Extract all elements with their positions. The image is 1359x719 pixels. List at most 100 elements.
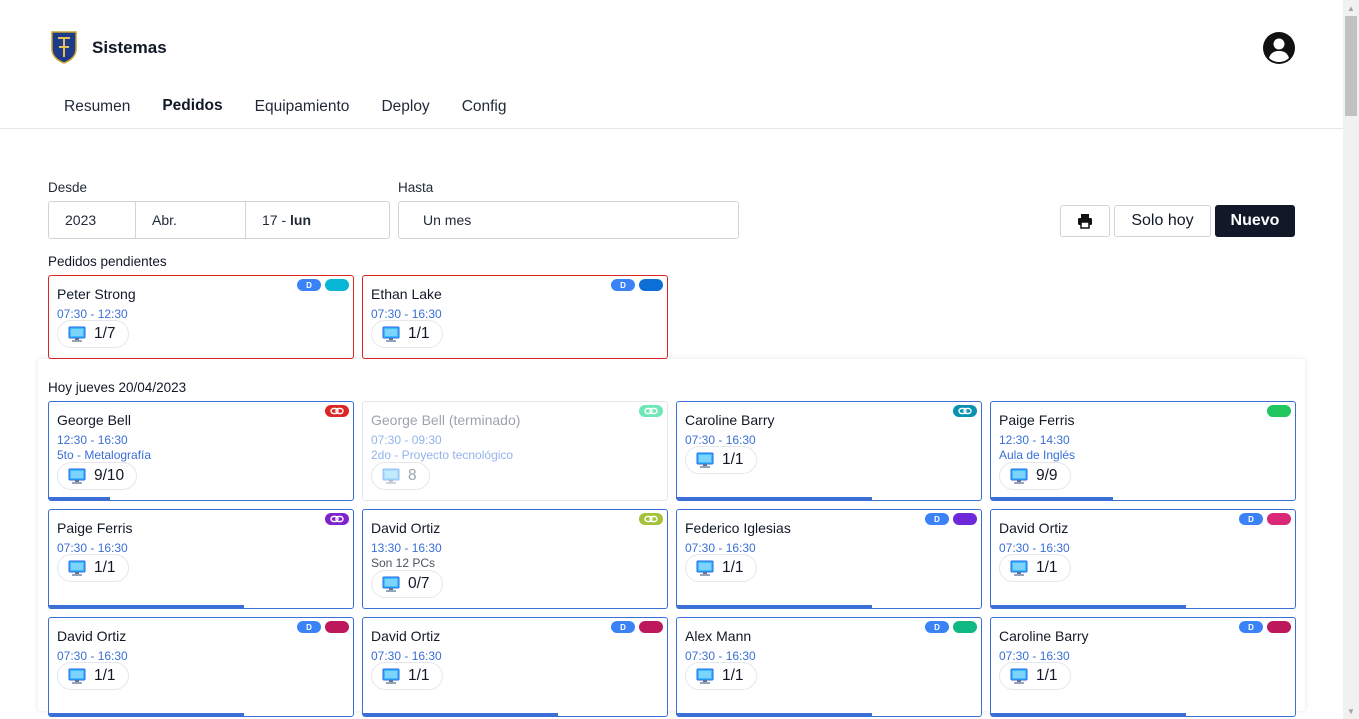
solo-hoy-button[interactable]: Solo hoy — [1114, 205, 1211, 237]
user-account-icon[interactable] — [1262, 31, 1296, 65]
equipment-count: 1/1 — [1036, 667, 1058, 684]
tag-badge — [1267, 513, 1291, 525]
card-requester-name: Peter Strong — [57, 286, 136, 302]
tag-badge — [953, 405, 977, 417]
day-select[interactable]: 17 - lun — [246, 201, 390, 239]
card-requester-name: Paige Ferris — [999, 412, 1075, 428]
equipment-count: 1/1 — [94, 559, 116, 576]
pending-order-card[interactable]: D Ethan Lake 07:30 - 16:30 1/1 — [362, 275, 668, 359]
year-select[interactable]: 2023 — [48, 201, 136, 239]
card-time-range: 07:30 - 16:30 — [371, 307, 442, 321]
equipment-count-pill: 1/1 — [685, 446, 757, 474]
tab-equipamiento[interactable]: Equipamiento — [239, 84, 366, 129]
equipment-count-pill: 1/1 — [57, 662, 129, 690]
order-card[interactable]: D David Ortiz 07:30 - 16:30 1/1 — [362, 617, 668, 717]
card-badges — [325, 513, 349, 525]
card-badges: D — [925, 621, 977, 633]
order-card[interactable]: D Federico Iglesias 07:30 - 16:30 1/1 — [676, 509, 982, 609]
hasta-select[interactable]: Un mes — [398, 201, 739, 239]
computer-icon — [1010, 668, 1028, 684]
card-time-range: 12:30 - 14:30 — [999, 433, 1070, 447]
link-icon — [958, 407, 972, 415]
equipment-count-pill: 1/1 — [999, 554, 1071, 582]
equipment-count-pill: 9/10 — [57, 462, 138, 490]
tag-badge — [325, 279, 349, 291]
order-card[interactable]: D David Ortiz 07:30 - 16:30 1/1 — [990, 509, 1296, 609]
card-requester-name: George Bell (terminado) — [371, 412, 521, 428]
tag-badge — [639, 279, 663, 291]
card-subtitle: Aula de Inglés — [999, 448, 1076, 462]
scroll-down-arrow[interactable]: ▼ — [1343, 703, 1359, 719]
tab-pedidos[interactable]: Pedidos — [146, 84, 239, 129]
deploy-badge: D — [1239, 621, 1263, 633]
equipment-count-pill: 1/1 — [371, 662, 443, 690]
order-card[interactable]: D Caroline Barry 07:30 - 16:30 1/1 — [990, 617, 1296, 717]
deploy-badge: D — [297, 621, 321, 633]
equipment-count-pill: 1/1 — [57, 554, 129, 582]
order-card[interactable]: David Ortiz 13:30 - 16:30 Son 12 PCs 0/7 — [362, 509, 668, 609]
scroll-up-arrow[interactable]: ▲ — [1343, 0, 1359, 16]
equipment-count-pill: 1/1 — [685, 554, 757, 582]
card-requester-name: George Bell — [57, 412, 131, 428]
link-icon — [330, 407, 344, 415]
equipment-count: 1/7 — [94, 325, 116, 342]
card-progress-bar — [677, 713, 872, 716]
deploy-badge: D — [611, 621, 635, 633]
today-section-title: Hoy jueves 20/04/2023 — [48, 380, 187, 395]
header-divider — [0, 128, 1343, 129]
card-badges — [1267, 405, 1291, 417]
equipment-count: 1/1 — [722, 667, 744, 684]
tag-badge — [639, 513, 663, 525]
card-badges — [639, 405, 663, 417]
card-subtitle: 5to - Metalografía — [57, 448, 152, 462]
scrollbar-thumb[interactable] — [1345, 16, 1357, 116]
card-progress-bar — [677, 497, 872, 500]
order-card[interactable]: Paige Ferris 07:30 - 16:30 1/1 — [48, 509, 354, 609]
card-badges: D — [611, 621, 663, 633]
computer-icon — [382, 668, 400, 684]
pending-section-title: Pedidos pendientes — [48, 254, 167, 269]
card-badges — [325, 405, 349, 417]
tab-deploy[interactable]: Deploy — [365, 84, 445, 129]
tag-badge — [639, 621, 663, 633]
order-card[interactable]: Paige Ferris 12:30 - 14:30 Aula de Inglés 9… — [990, 401, 1296, 501]
card-time-range: 07:30 - 16:30 — [685, 649, 756, 663]
card-badges — [639, 513, 663, 525]
computer-icon — [1010, 560, 1028, 576]
month-select[interactable]: Abr. — [136, 201, 246, 239]
equipment-count: 0/7 — [408, 575, 430, 592]
pending-order-card[interactable]: D Peter Strong 07:30 - 12:30 1/7 — [48, 275, 354, 359]
app-title: Sistemas — [92, 38, 167, 57]
card-badges — [953, 405, 977, 417]
order-card[interactable]: George Bell (terminado) 07:30 - 09:30 2do … — [362, 401, 668, 501]
tag-badge — [639, 405, 663, 417]
day-separator: - — [277, 212, 291, 228]
tag-badge — [1267, 621, 1291, 633]
tag-badge — [953, 513, 977, 525]
order-card[interactable]: D David Ortiz 07:30 - 16:30 1/1 — [48, 617, 354, 717]
order-card[interactable]: Caroline Barry 07:30 - 16:30 1/1 — [676, 401, 982, 501]
card-badges: D — [925, 513, 977, 525]
card-time-range: 13:30 - 16:30 — [371, 541, 442, 555]
print-button[interactable] — [1060, 205, 1110, 237]
tab-config[interactable]: Config — [446, 84, 523, 129]
deploy-badge: D — [1239, 513, 1263, 525]
tab-resumen[interactable]: Resumen — [48, 84, 146, 129]
tag-badge — [325, 621, 349, 633]
deploy-badge: D — [297, 279, 321, 291]
computer-icon — [68, 468, 86, 484]
card-time-range: 07:30 - 16:30 — [999, 649, 1070, 663]
card-requester-name: Paige Ferris — [57, 520, 133, 536]
card-progress-bar — [49, 605, 244, 608]
order-card[interactable]: George Bell 12:30 - 16:30 5to - Metalograf… — [48, 401, 354, 501]
card-requester-name: David Ortiz — [999, 520, 1069, 536]
card-time-range: 07:30 - 16:30 — [371, 649, 442, 663]
card-time-range: 07:30 - 16:30 — [685, 541, 756, 555]
card-subtitle: 2do - Proyecto tecnológico — [371, 448, 514, 462]
nuevo-button[interactable]: Nuevo — [1215, 205, 1295, 237]
order-card[interactable]: D Alex Mann 07:30 - 16:30 1/1 — [676, 617, 982, 717]
card-requester-name: Federico Iglesias — [685, 520, 791, 536]
equipment-count-pill: 8 — [371, 462, 430, 490]
equipment-count: 1/1 — [722, 559, 744, 576]
card-requester-name: David Ortiz — [371, 628, 441, 644]
